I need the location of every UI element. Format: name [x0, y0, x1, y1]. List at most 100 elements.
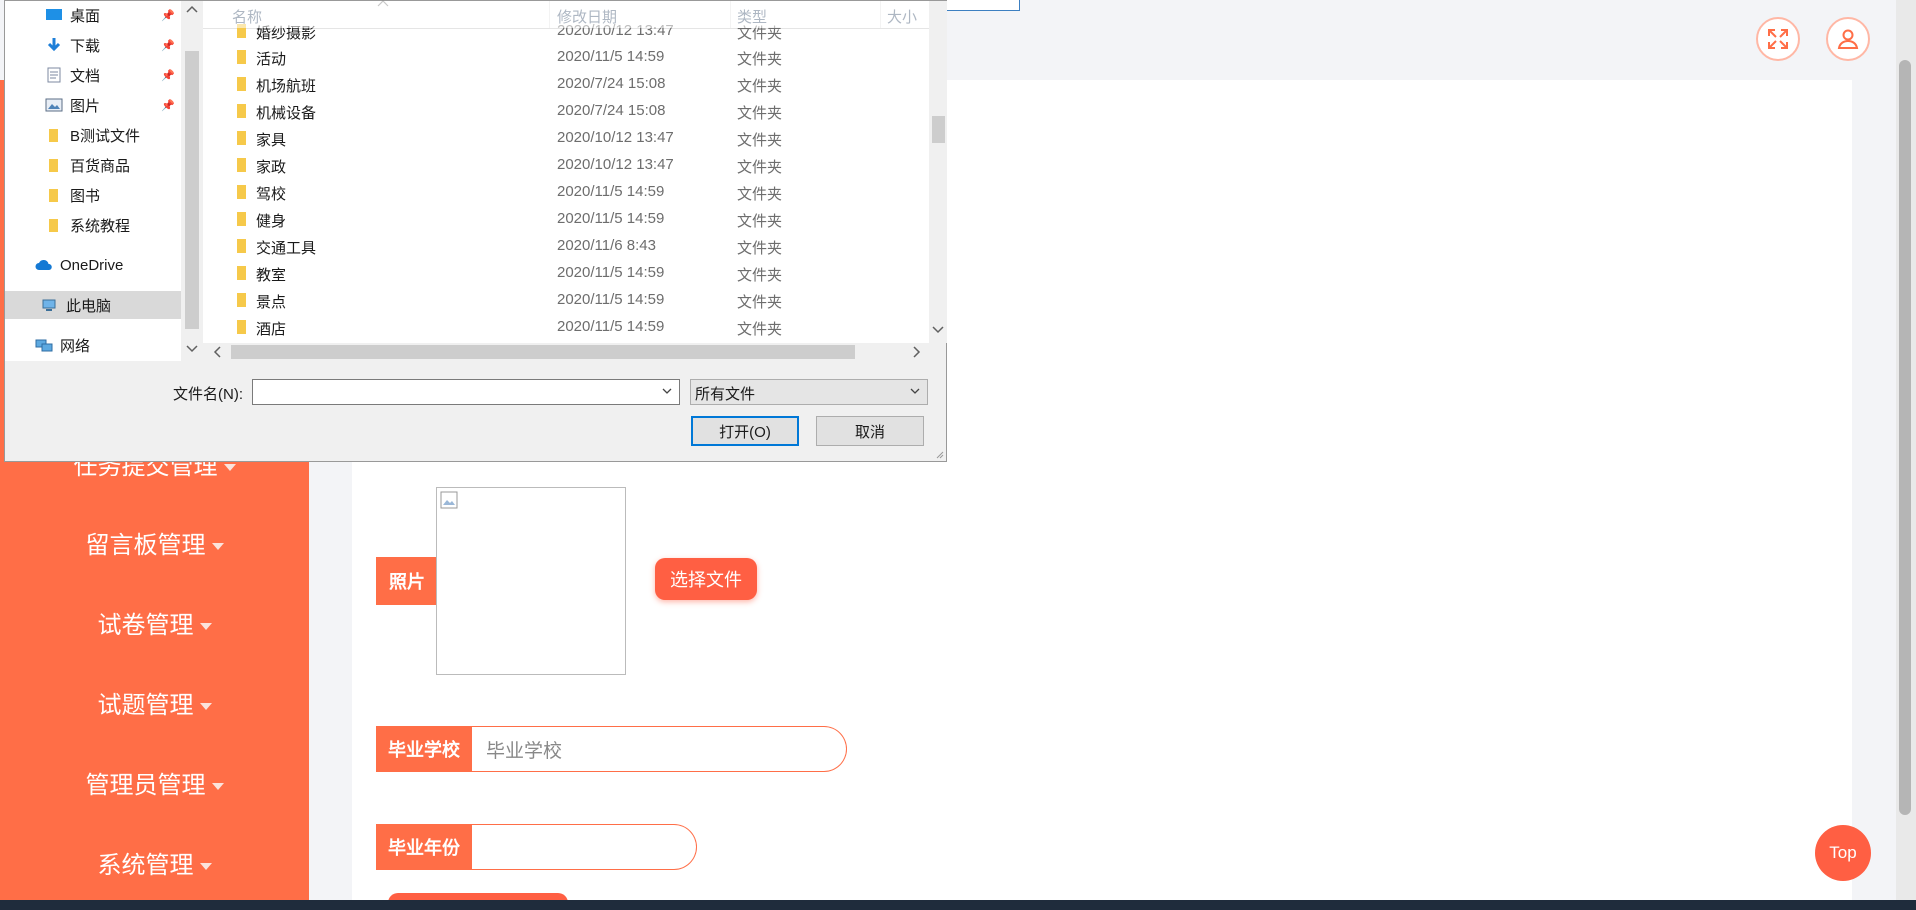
cancel-button[interactable]: 取消 [816, 416, 924, 446]
filename-input[interactable] [252, 379, 680, 405]
file-row[interactable]: 机场航班 2020/7/24 15:08 文件夹 [203, 71, 929, 98]
user-button[interactable] [1826, 17, 1870, 61]
school-label: 毕业学校 [376, 726, 472, 772]
file-name: 酒店 [256, 321, 287, 338]
file-type: 文件夹 [737, 321, 783, 338]
file-type-filter[interactable]: 所有文件 [690, 379, 928, 405]
folder-icon [49, 159, 58, 172]
page-scrollbar[interactable] [1896, 0, 1916, 900]
file-list-hscrollbar-thumb[interactable] [231, 345, 855, 359]
file-list-scrollbar[interactable] [929, 1, 947, 343]
file-row[interactable]: 酒店 2020/11/5 14:59 文件夹 [203, 314, 929, 341]
file-name: 家政 [256, 159, 287, 176]
folder-icon [237, 77, 246, 91]
nav-item-books[interactable]: 图书 [5, 181, 181, 209]
navigation-pane: 桌面 📌 下载 📌 文档 📌 图片 📌 B测试文件 百货商品 图书 系统教程 O… [5, 1, 181, 361]
file-row[interactable]: 活动 2020/11/5 14:59 文件夹 [203, 44, 929, 71]
file-row[interactable]: 机械设备 2020/7/24 15:08 文件夹 [203, 98, 929, 125]
graduation-year-input[interactable] [472, 824, 697, 870]
file-type: 文件夹 [737, 267, 783, 284]
fullscreen-button[interactable] [1756, 17, 1800, 61]
page-scrollbar-thumb[interactable] [1899, 60, 1911, 815]
nav-item-label: 文档 [70, 67, 101, 85]
file-date: 2020/7/24 15:08 [557, 75, 666, 92]
open-button[interactable]: 打开(O) [691, 416, 799, 446]
nav-item-label: 桌面 [70, 7, 101, 25]
nav-item-tutorials[interactable]: 系统教程 [5, 211, 181, 239]
nav-item-this-pc[interactable]: 此电脑 [5, 291, 181, 319]
file-type: 文件夹 [737, 213, 783, 230]
folder-icon [237, 158, 246, 172]
file-row[interactable]: 景点 2020/11/5 14:59 文件夹 [203, 287, 929, 314]
file-row[interactable]: 家政 2020/10/12 13:47 文件夹 [203, 152, 929, 179]
sidebar-item-message-board[interactable]: 留言板管理 [0, 526, 309, 566]
nav-item-label: 下载 [70, 37, 101, 55]
file-date: 2020/10/12 13:47 [557, 129, 674, 146]
file-list-scrollbar-thumb[interactable] [932, 116, 945, 143]
chevron-right-icon [913, 346, 921, 358]
sidebar-item-admins[interactable]: 管理员管理 [0, 766, 309, 806]
file-row[interactable]: 交通工具 2020/11/6 8:43 文件夹 [203, 233, 929, 260]
download-icon [47, 38, 61, 52]
file-row[interactable]: 婚纱摄影 2020/10/12 13:47 文件夹 [203, 18, 929, 45]
file-name: 健身 [256, 213, 287, 230]
file-row[interactable]: 驾校 2020/11/5 14:59 文件夹 [203, 179, 929, 206]
file-type: 文件夹 [737, 294, 783, 311]
folder-icon [237, 239, 246, 253]
choose-file-button[interactable]: 选择文件 [655, 558, 757, 600]
file-date: 2020/11/5 14:59 [557, 183, 665, 200]
file-date: 2020/7/24 15:08 [557, 102, 666, 119]
folder-icon [49, 189, 58, 202]
nav-item-goods[interactable]: 百货商品 [5, 151, 181, 179]
nav-item-onedrive[interactable]: OneDrive [5, 251, 181, 279]
file-name: 交通工具 [256, 240, 317, 257]
chevron-up-icon [186, 5, 198, 13]
nav-pane-scrollbar-thumb[interactable] [185, 51, 199, 329]
file-open-dialog: 桌面 📌 下载 📌 文档 📌 图片 📌 B测试文件 百货商品 图书 系统教程 O… [4, 0, 947, 462]
file-type: 文件夹 [737, 51, 783, 68]
chevron-down-icon [932, 326, 944, 334]
file-list-hscrollbar[interactable] [203, 343, 929, 361]
chevron-down-icon [910, 388, 920, 394]
sidebar-item-label: 试题管理 [97, 692, 194, 719]
nav-item-b-test-files[interactable]: B测试文件 [5, 121, 181, 149]
nav-item-pictures[interactable]: 图片 📌 [5, 91, 181, 119]
back-to-top-button[interactable]: Top [1815, 825, 1871, 881]
folder-icon [237, 185, 246, 199]
folder-icon [49, 219, 58, 232]
file-name: 教室 [256, 267, 287, 284]
file-date: 2020/10/12 13:47 [557, 22, 674, 39]
file-name: 机场航班 [256, 78, 317, 95]
school-input[interactable]: 毕业学校 [472, 726, 847, 772]
sidebar-item-system[interactable]: 系统管理 [0, 846, 309, 886]
resize-grip-icon[interactable] [934, 449, 944, 459]
folder-icon [237, 24, 246, 38]
nav-item-label: 此电脑 [66, 297, 112, 315]
nav-item-label: 系统教程 [70, 217, 131, 235]
taskbar [0, 900, 1916, 910]
file-row[interactable]: 家具 2020/10/12 13:47 文件夹 [203, 125, 929, 152]
nav-item-network[interactable]: 网络 [5, 331, 181, 359]
chevron-down-icon [186, 345, 198, 353]
sidebar-item-questions[interactable]: 试题管理 [0, 686, 309, 726]
file-date: 2020/11/6 8:43 [557, 237, 656, 254]
caret-down-icon [211, 783, 224, 791]
file-row[interactable]: 教室 2020/11/5 14:59 文件夹 [203, 260, 929, 287]
pin-icon: 📌 [161, 69, 175, 82]
folder-icon [237, 320, 246, 334]
folder-icon [237, 212, 246, 226]
sidebar-item-exam-papers[interactable]: 试卷管理 [0, 606, 309, 646]
filename-label: 文件名(N): [173, 386, 243, 403]
nav-item-documents[interactable]: 文档 📌 [5, 61, 181, 89]
nav-item-label: 图书 [70, 187, 101, 205]
sidebar-item-label: 系统管理 [97, 852, 194, 879]
picture-icon [45, 98, 63, 112]
nav-item-downloads[interactable]: 下载 📌 [5, 31, 181, 59]
sort-ascending-icon [377, 0, 389, 7]
file-name: 景点 [256, 294, 287, 311]
nav-pane-scrollbar[interactable] [181, 1, 203, 361]
chevron-down-icon[interactable] [661, 385, 673, 397]
file-row[interactable]: 健身 2020/11/5 14:59 文件夹 [203, 206, 929, 233]
nav-item-desktop[interactable]: 桌面 📌 [5, 1, 181, 29]
file-name: 驾校 [256, 186, 287, 203]
